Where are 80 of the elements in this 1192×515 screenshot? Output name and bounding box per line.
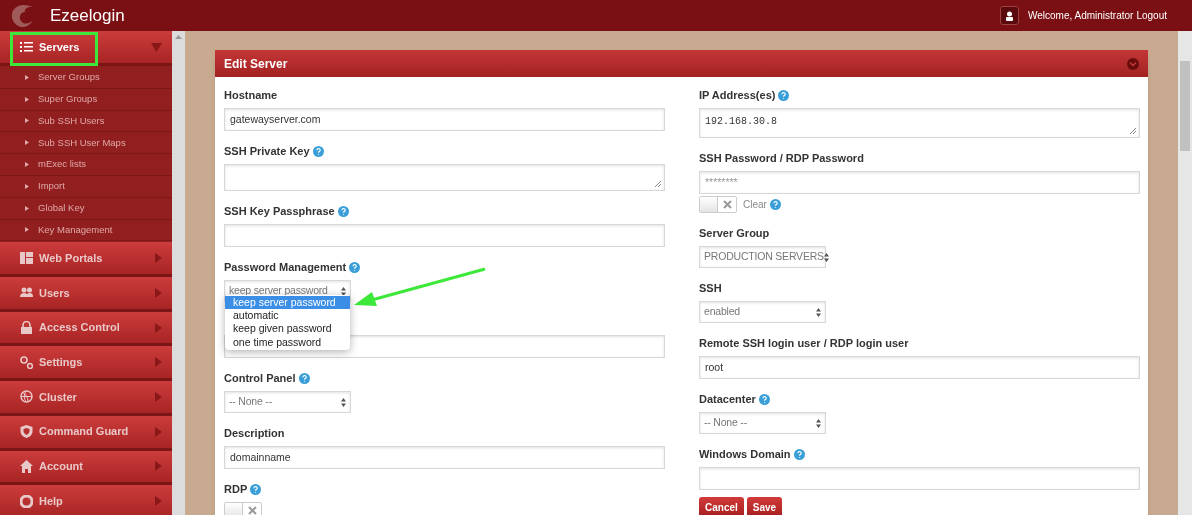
field-label: Server Group xyxy=(699,225,770,241)
dropdown-option[interactable]: keep given password xyxy=(225,322,350,336)
cross-icon xyxy=(723,200,732,209)
resize-grip-icon xyxy=(1130,128,1136,134)
ball-icon xyxy=(20,390,33,404)
select-field[interactable]: enabled xyxy=(699,301,826,323)
form-button[interactable]: Cancel xyxy=(699,497,744,515)
shield-icon xyxy=(20,425,33,439)
updown-caret-icon xyxy=(823,252,829,262)
bullet-icon xyxy=(25,183,29,189)
sidebar-item[interactable]: Servers xyxy=(0,31,172,66)
dropdown-option[interactable]: automatic xyxy=(225,309,350,323)
field-label: Password Management xyxy=(224,259,347,275)
field-label: SSH Key Passphrase xyxy=(224,203,335,219)
select-field[interactable]: PRODUCTION SERVERS xyxy=(699,246,826,268)
select-field[interactable]: -- None -- xyxy=(224,391,351,413)
grid-icon xyxy=(20,251,33,265)
updown-caret-icon xyxy=(816,418,821,428)
bullet-icon xyxy=(25,162,29,168)
bullet-icon xyxy=(25,140,29,146)
bullet-icon xyxy=(25,227,29,233)
bullet-icon xyxy=(25,74,29,80)
field-label: Remote SSH login user / RDP login user xyxy=(699,335,909,351)
dropdown-option[interactable]: one time password xyxy=(225,335,350,349)
sidebar-item[interactable]: Access Control xyxy=(0,311,172,347)
bullet-icon xyxy=(25,205,29,211)
scrollbar[interactable] xyxy=(1178,31,1192,515)
form-button[interactable]: Save xyxy=(746,497,783,515)
field-label: Datacenter xyxy=(699,391,756,407)
bullet-icon xyxy=(25,118,29,124)
input-field[interactable]: root xyxy=(699,356,1140,379)
scroll-thumb[interactable] xyxy=(1180,61,1190,151)
logout-link[interactable]: Logout xyxy=(1136,8,1167,23)
field-label: IP Address(es) xyxy=(699,87,776,103)
text-area[interactable]: 192.168.30.8 xyxy=(699,108,1140,138)
sidebar-item[interactable]: Settings xyxy=(0,346,172,382)
text-area[interactable] xyxy=(224,164,665,191)
select-field[interactable]: -- None -- xyxy=(699,412,826,434)
password-field[interactable]: ******** xyxy=(699,171,1140,194)
sidebar-item[interactable]: Help xyxy=(0,485,172,515)
home-icon xyxy=(20,459,33,473)
field-label: SSH Password / RDP Password xyxy=(699,150,864,166)
field-label: SSH xyxy=(699,280,722,296)
lifebuoy-icon xyxy=(20,494,33,508)
toggle-label: Clear xyxy=(743,198,767,212)
cross-icon xyxy=(248,506,257,515)
field-label: Windows Domain xyxy=(699,446,791,462)
sidebar-item[interactable]: Cluster xyxy=(0,381,172,416)
sidebar-item[interactable]: Web Portals xyxy=(0,242,172,278)
toggle-switch[interactable] xyxy=(224,502,262,515)
updown-caret-icon xyxy=(341,397,346,407)
user-icon xyxy=(1005,10,1014,21)
scroll-up-icon xyxy=(175,35,182,39)
users-icon xyxy=(20,286,33,300)
panel-title: Edit Server xyxy=(224,55,288,73)
field-label: SSH Private Key xyxy=(224,143,310,159)
welcome-text: Welcome, Administrator xyxy=(1028,9,1134,23)
list-icon xyxy=(20,40,33,54)
input-field[interactable]: domainname xyxy=(224,446,665,469)
input-field[interactable] xyxy=(224,224,665,247)
field-label: RDP xyxy=(224,481,248,497)
bullet-icon xyxy=(25,96,29,102)
updown-caret-icon xyxy=(341,286,346,296)
logo-text: Ezeelogin xyxy=(50,4,125,27)
scrollbar[interactable] xyxy=(172,31,185,515)
sidebar-item[interactable]: Users xyxy=(0,277,172,312)
input-field[interactable]: gatewayserver.com xyxy=(224,108,665,131)
collapse-icon xyxy=(1127,57,1139,70)
gears-icon xyxy=(20,355,33,369)
resize-grip-icon xyxy=(655,181,661,187)
sidebar-item[interactable]: Command Guard xyxy=(0,415,172,451)
toggle-switch[interactable] xyxy=(699,196,737,213)
input-field[interactable] xyxy=(699,467,1140,490)
updown-caret-icon xyxy=(816,307,821,317)
field-label: Description xyxy=(224,425,285,441)
field-label: Hostname xyxy=(224,87,278,103)
sidebar-item[interactable]: Account xyxy=(0,450,172,486)
field-label: Control Panel xyxy=(224,370,296,386)
lock-icon xyxy=(20,321,33,335)
dropdown-option[interactable]: keep server password xyxy=(225,296,350,310)
